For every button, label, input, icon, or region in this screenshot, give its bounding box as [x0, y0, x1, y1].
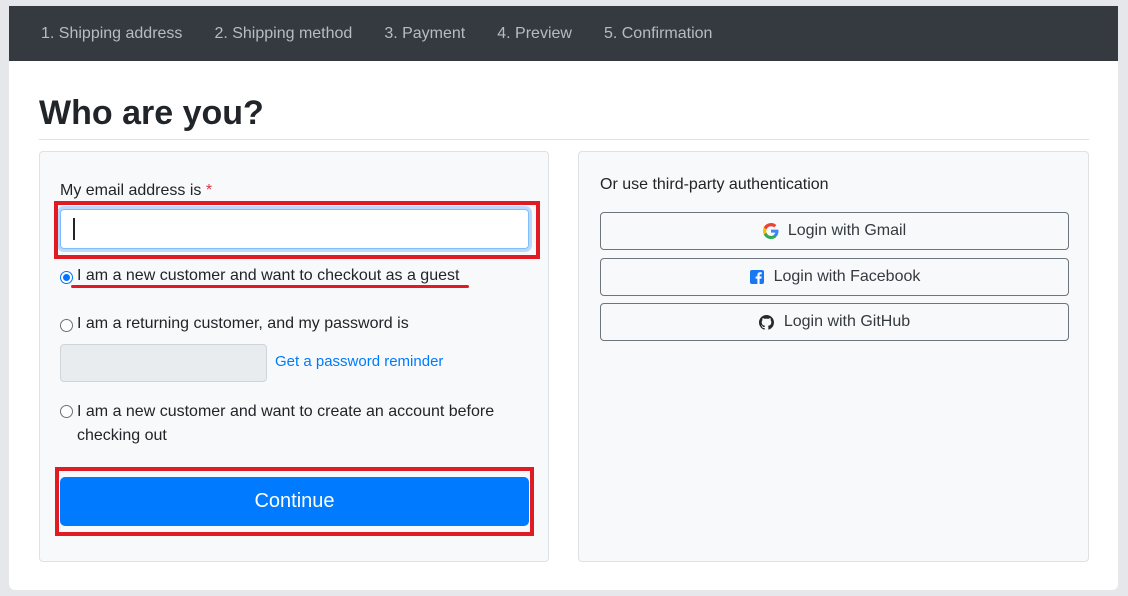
option-guest[interactable]: I am a new customer and want to checkout…: [60, 267, 459, 285]
option-create-account[interactable]: I am a new customer and want to create a…: [60, 400, 520, 448]
create-account-label: I am a new customer and want to create a…: [77, 403, 495, 444]
login-gmail-label: Login with Gmail: [787, 222, 907, 239]
page-title: Who are you?: [39, 94, 264, 132]
github-icon: [759, 314, 775, 330]
step-shipping-method[interactable]: 2. Shipping method: [214, 25, 352, 43]
third-party-auth-card: Or use third-party authentication Login …: [578, 151, 1089, 562]
step-confirmation[interactable]: 5. Confirmation: [604, 25, 713, 43]
guest-underline-annotation: [71, 285, 469, 288]
email-label-text: My email address is: [60, 182, 202, 199]
step-shipping-address[interactable]: 1. Shipping address: [41, 25, 182, 43]
google-icon: [762, 223, 779, 239]
login-facebook-button[interactable]: Login with Facebook: [600, 258, 1069, 296]
login-facebook-label: Login with Facebook: [773, 268, 921, 285]
login-github-button[interactable]: Login with GitHub: [600, 303, 1069, 341]
returning-radio[interactable]: [60, 319, 73, 332]
login-form-card: My email address is * I am a new custome…: [39, 151, 549, 562]
guest-radio[interactable]: [60, 271, 73, 284]
password-field[interactable]: [60, 344, 267, 382]
required-mark: *: [205, 182, 213, 199]
email-highlight-box: [54, 201, 540, 259]
login-github-label: Login with GitHub: [783, 313, 911, 330]
option-returning[interactable]: I am a returning customer, and my passwo…: [60, 315, 409, 333]
login-gmail-button[interactable]: Login with Gmail: [600, 212, 1069, 250]
checkout-steps-nav: 1. Shipping address 2. Shipping method 3…: [9, 6, 1118, 61]
create-account-radio[interactable]: [60, 405, 73, 418]
facebook-icon: [749, 269, 765, 285]
guest-label: I am a new customer and want to checkout…: [77, 267, 460, 284]
password-reminder-link[interactable]: Get a password reminder: [275, 353, 443, 370]
checkout-page: 1. Shipping address 2. Shipping method 3…: [9, 6, 1118, 590]
returning-label: I am a returning customer, and my passwo…: [77, 315, 409, 332]
continue-highlight-box: [55, 467, 534, 536]
step-payment[interactable]: 3. Payment: [384, 25, 465, 43]
email-label: My email address is *: [60, 182, 212, 200]
third-party-label: Or use third-party authentication: [600, 176, 829, 193]
step-preview[interactable]: 4. Preview: [497, 25, 572, 43]
title-divider: [39, 139, 1089, 140]
